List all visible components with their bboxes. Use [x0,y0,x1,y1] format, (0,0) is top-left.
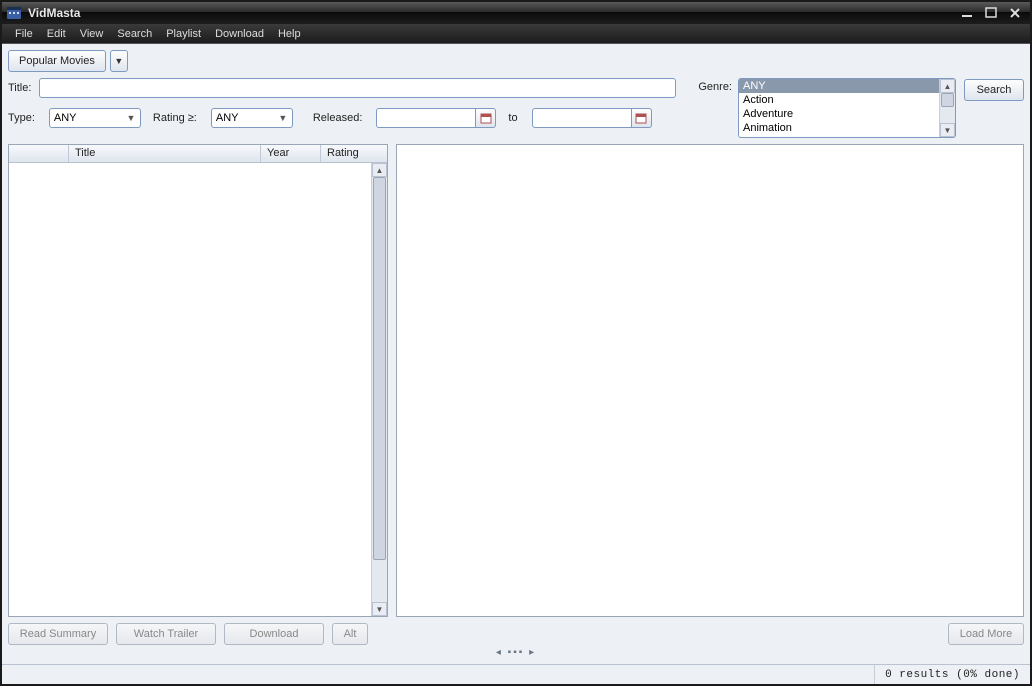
scrollbar-track[interactable] [940,93,955,123]
menu-playlist[interactable]: Playlist [159,26,208,42]
download-button[interactable]: Download [224,623,324,645]
load-more-button[interactable]: Load More [948,623,1024,645]
genre-option-animation[interactable]: Animation [739,121,939,135]
scroll-down-button[interactable]: ▼ [940,123,955,137]
menu-search[interactable]: Search [110,26,159,42]
scroll-up-button[interactable]: ▲ [372,163,387,177]
released-from-input[interactable] [376,108,476,128]
menu-edit[interactable]: Edit [40,26,73,42]
genre-option-any[interactable]: ANY [739,79,939,93]
titlebar[interactable]: VidMasta [2,2,1030,24]
minimize-button[interactable] [956,5,978,21]
type-value: ANY [54,112,77,124]
released-label: Released: [313,112,365,124]
statusbar: 0 results (0% done) [2,664,1030,684]
popular-movies-dropdown[interactable]: ▼ [110,50,128,72]
type-select[interactable]: ANY ▼ [49,108,141,128]
status-text: 0 results (0% done) [875,669,1030,681]
released-to-input[interactable] [532,108,632,128]
title-input[interactable] [39,78,676,98]
rating-select[interactable]: ANY ▼ [211,108,293,128]
chevron-down-icon: ▼ [114,56,123,66]
released-to-calendar-button[interactable] [632,108,652,128]
app-icon [6,5,22,21]
popular-movies-button[interactable]: Popular Movies [8,50,106,72]
title-label: Title: [8,82,33,94]
column-header-year[interactable]: Year [261,145,321,162]
genre-option-adventure[interactable]: Adventure [739,107,939,121]
column-header-title[interactable]: Title [69,145,261,162]
released-from-calendar-button[interactable] [476,108,496,128]
to-label: to [508,112,519,124]
maximize-button[interactable] [980,5,1002,21]
column-header-icon[interactable] [9,145,69,162]
detail-panel [396,144,1024,617]
chevron-down-icon: ▼ [276,113,290,123]
menu-file[interactable]: File [8,26,40,42]
search-button[interactable]: Search [964,79,1024,101]
scrollbar-track[interactable] [372,177,387,602]
content-area: Popular Movies ▼ Title: Type: ANY ▼ Rati… [2,44,1030,664]
chevron-down-icon: ▼ [124,113,138,123]
scrollbar-thumb[interactable] [941,93,954,107]
alt-button[interactable]: Alt [332,623,368,645]
type-label: Type: [8,112,37,124]
grip-icon: ◂ ▪▪▪ ▸ [496,647,536,658]
rating-value: ANY [216,112,239,124]
app-window: VidMasta File Edit View Search Playlist … [0,0,1032,686]
genre-option-action[interactable]: Action [739,93,939,107]
menu-help[interactable]: Help [271,26,308,42]
close-button[interactable] [1004,5,1026,21]
column-header-rating[interactable]: Rating [321,145,387,162]
menubar: File Edit View Search Playlist Download … [2,24,1030,44]
genre-scrollbar[interactable]: ▲ ▼ [939,79,955,137]
rating-label: Rating ≥: [153,112,199,124]
scrollbar-thumb[interactable] [373,177,386,560]
menu-download[interactable]: Download [208,26,271,42]
read-summary-button[interactable]: Read Summary [8,623,108,645]
calendar-icon [480,112,492,124]
genre-listbox[interactable]: ANY Action Adventure Animation ▲ ▼ [738,78,956,138]
scroll-up-button[interactable]: ▲ [940,79,955,93]
app-title: VidMasta [28,6,80,20]
split-handle[interactable]: ◂ ▪▪▪ ▸ [8,647,1024,658]
menu-view[interactable]: View [73,26,111,42]
statusbar-left [2,665,875,684]
table-scrollbar[interactable]: ▲ ▼ [371,163,387,616]
table-header-row: Title Year Rating [9,145,387,163]
scroll-down-button[interactable]: ▼ [372,602,387,616]
genre-label: Genre: [698,78,734,93]
watch-trailer-button[interactable]: Watch Trailer [116,623,216,645]
calendar-icon [635,112,647,124]
results-table: Title Year Rating ▲ ▼ [8,144,388,617]
table-body [9,163,371,616]
